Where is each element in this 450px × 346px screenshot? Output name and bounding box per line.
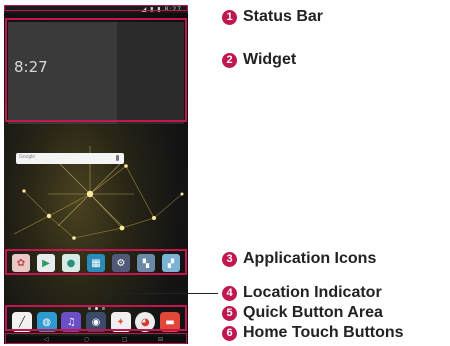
quick-button-highlight <box>5 305 187 331</box>
callout-home-touch-buttons: 6 Home Touch Buttons <box>222 324 404 342</box>
callout-number: 2 <box>222 52 237 68</box>
callout-number: 1 <box>222 9 237 25</box>
widget-highlight <box>5 18 187 122</box>
google-search-bar[interactable]: Google <box>16 153 124 164</box>
callout-number: 3 <box>222 251 237 267</box>
indicator-leader-line <box>104 293 218 294</box>
callout-status-bar: 1 Status Bar <box>222 8 323 26</box>
callout-number: 5 <box>222 305 237 321</box>
callout-location-indicator: 4 Location Indicator <box>222 284 382 302</box>
application-icons-highlight <box>5 249 187 275</box>
callout-label: Quick Button Area <box>243 304 383 321</box>
callout-number: 4 <box>222 285 237 301</box>
callout-label: Status Bar <box>243 8 324 25</box>
callout-quick-button-area: 5 Quick Button Area <box>222 304 383 322</box>
indicator-leader-tick <box>104 293 105 301</box>
callout-label: Home Touch Buttons <box>243 324 404 341</box>
callout-label: Application Icons <box>243 250 377 267</box>
callout-label: Widget <box>243 51 297 68</box>
callout-label: Location Indicator <box>243 284 382 301</box>
search-label: Google <box>19 154 36 160</box>
callout-application-icons: 3 Application Icons <box>222 250 376 268</box>
callout-number: 6 <box>222 325 237 341</box>
callout-widget: 2 Widget <box>222 51 296 69</box>
mic-icon[interactable] <box>116 155 119 161</box>
home-touch-highlight <box>5 333 187 344</box>
status-bar-highlight <box>4 5 188 11</box>
